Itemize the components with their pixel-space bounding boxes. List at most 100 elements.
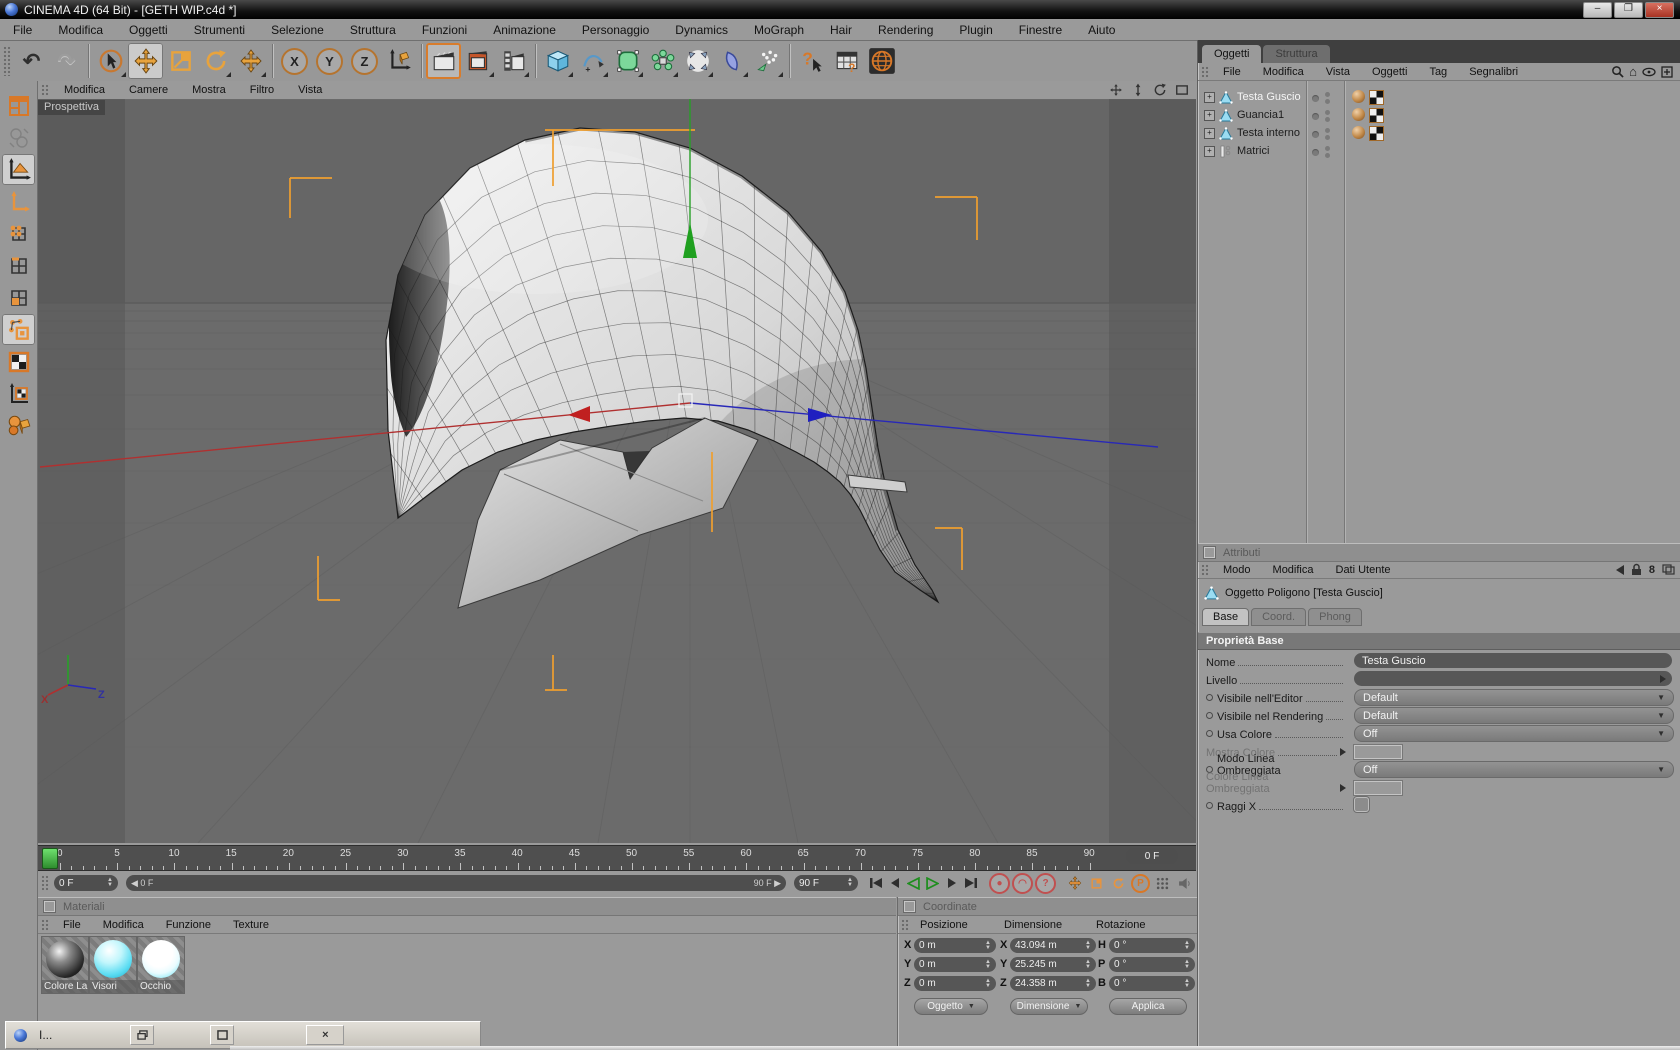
apply-button[interactable]: Applica <box>1109 998 1187 1015</box>
attr-menu-modifica[interactable]: Modifica <box>1262 564 1325 576</box>
maximize-icon[interactable] <box>210 1025 234 1045</box>
range-slider-left[interactable]: ◀ 0 F <box>131 878 153 889</box>
maximize-button[interactable]: ❐ <box>1614 2 1643 18</box>
polygon-selection-button[interactable] <box>2 314 35 345</box>
livello-picker-icon[interactable] <box>1660 675 1666 683</box>
object-name[interactable]: Matrici <box>1237 145 1269 157</box>
add-array-button[interactable] <box>645 43 680 79</box>
mat-menu-file[interactable]: File <box>52 919 92 931</box>
restore-icon[interactable] <box>130 1025 154 1045</box>
menu-hair[interactable]: Hair <box>817 23 865 37</box>
object-row-testa-interno[interactable]: + Testa interno <box>1204 124 1300 142</box>
menu-plugin[interactable]: Plugin <box>946 23 1005 37</box>
object-name[interactable]: Testa Guscio <box>1237 91 1301 103</box>
vp-menu-filtro[interactable]: Filtro <box>238 84 286 96</box>
phong-tag-icon[interactable] <box>1352 90 1365 103</box>
timeline-playhead[interactable] <box>42 848 58 869</box>
next-frame-button[interactable] <box>942 874 961 892</box>
history-back-icon[interactable] <box>1616 565 1624 575</box>
attributes-header[interactable]: Attributi <box>1198 543 1680 562</box>
points-mode-button[interactable] <box>2 218 35 249</box>
scale-tool-button[interactable] <box>163 43 198 79</box>
vp-menu-modifica[interactable]: Modifica <box>52 84 117 96</box>
coordinates-header[interactable]: Coordinate <box>898 897 1197 916</box>
om-menu-file[interactable]: File <box>1212 66 1252 78</box>
menu-rendering[interactable]: Rendering <box>865 23 946 37</box>
visibility-dots[interactable] <box>1312 128 1330 140</box>
viewport-zoom-icon[interactable] <box>1128 83 1148 98</box>
section-proprieta-base[interactable]: Proprietà Base <box>1198 632 1680 650</box>
eye-icon[interactable] <box>1642 67 1656 77</box>
mat-menu-texture[interactable]: Texture <box>222 919 280 931</box>
object-row-matrici[interactable]: + Matrici <box>1204 142 1269 160</box>
attr-menu-dati-utente[interactable]: Dati Utente <box>1325 564 1402 576</box>
rotate-tool-button[interactable] <box>198 43 233 79</box>
viewport-grip[interactable] <box>41 84 49 97</box>
add-spline-button[interactable]: + <box>575 43 610 79</box>
panel-pin-icon[interactable] <box>44 901 55 912</box>
add-particles-button[interactable] <box>750 43 785 79</box>
menu-animazione[interactable]: Animazione <box>480 23 569 37</box>
attr-grip[interactable] <box>1201 564 1209 576</box>
keyframe-selection-icon[interactable] <box>1153 874 1172 892</box>
expand-icon[interactable]: + <box>1204 128 1215 139</box>
menu-struttura[interactable]: Struttura <box>337 23 409 37</box>
home-icon[interactable]: ⌂ <box>1629 65 1637 78</box>
online-updater-button[interactable] <box>864 43 899 79</box>
pos-y-field[interactable]: 0 m▲▼ <box>914 957 996 972</box>
visibility-dots[interactable] <box>1312 92 1330 104</box>
play-button[interactable] <box>923 874 942 892</box>
content-browser-button[interactable]: ? <box>829 43 864 79</box>
mostra-colore-swatch[interactable] <box>1354 745 1402 759</box>
size-x-field[interactable]: 43.094 m▲▼ <box>1010 938 1096 953</box>
tag-row[interactable] <box>1352 108 1384 123</box>
menu-modifica[interactable]: Modifica <box>45 23 116 37</box>
menu-mograph[interactable]: MoGraph <box>741 23 817 37</box>
render-settings-button[interactable] <box>461 43 496 79</box>
previous-frame-button[interactable] <box>885 874 904 892</box>
menu-personaggio[interactable]: Personaggio <box>569 23 662 37</box>
rot-b-field[interactable]: 0 °▲▼ <box>1109 976 1195 991</box>
visibility-dots[interactable] <box>1312 146 1330 158</box>
add-deformer-button[interactable] <box>715 43 750 79</box>
toolbar-grip[interactable] <box>3 46 11 76</box>
size-mode-dropdown[interactable]: Dimensione▼ <box>1010 998 1088 1015</box>
tab-oggetti[interactable]: Oggetti <box>1202 45 1261 63</box>
expand-icon[interactable]: + <box>1204 110 1215 121</box>
model-mode-button[interactable] <box>2 154 35 185</box>
menu-file[interactable]: File <box>0 23 45 37</box>
object-name[interactable]: Guancia1 <box>1237 109 1284 121</box>
viewport-toggle-icon[interactable] <box>1172 83 1192 98</box>
help-button[interactable]: ? <box>794 43 829 79</box>
nome-input[interactable]: Testa Guscio <box>1354 653 1672 668</box>
mat-menu-modifica[interactable]: Modifica <box>92 919 155 931</box>
add-hypernurbs-button[interactable] <box>610 43 645 79</box>
goto-start-button[interactable] <box>866 874 885 892</box>
layout-button[interactable] <box>2 90 35 121</box>
panel-pin-icon[interactable] <box>904 901 915 912</box>
om-menu-oggetti[interactable]: Oggetti <box>1361 66 1418 78</box>
pos-x-field[interactable]: 0 m▲▼ <box>914 938 996 953</box>
tab-struttura[interactable]: Struttura <box>1263 45 1329 63</box>
autokey-button[interactable]: ◠ <box>1012 873 1033 894</box>
menu-aiuto[interactable]: Aiuto <box>1075 23 1128 37</box>
record-scale-button[interactable] <box>1087 874 1106 892</box>
panel-pin-icon[interactable] <box>1204 547 1215 558</box>
attr-menu-modo[interactable]: Modo <box>1212 564 1262 576</box>
record-parameter-button[interactable]: P <box>1131 874 1150 892</box>
uvw-tag-icon[interactable] <box>1369 108 1384 123</box>
search-icon[interactable] <box>1611 65 1624 78</box>
object-name[interactable]: Testa interno <box>1237 127 1300 139</box>
playrow-grip[interactable] <box>41 875 49 891</box>
size-z-field[interactable]: 24.358 m▲▼ <box>1010 976 1096 991</box>
undo-button[interactable]: ↶ <box>14 43 49 79</box>
render-to-viewer-button[interactable] <box>496 43 531 79</box>
om-menu-modifica[interactable]: Modifica <box>1252 66 1315 78</box>
tab-coord[interactable]: Coord. <box>1251 608 1306 626</box>
menu-finestre[interactable]: Finestre <box>1006 23 1075 37</box>
texture-axis-mode-button[interactable] <box>2 378 35 409</box>
material-visori[interactable]: Visori <box>89 936 137 994</box>
om-menu-segnalibri[interactable]: Segnalibri <box>1458 66 1529 78</box>
materials-grip[interactable] <box>41 919 49 931</box>
object-row-testa-guscio[interactable]: + Testa Guscio <box>1204 88 1301 106</box>
